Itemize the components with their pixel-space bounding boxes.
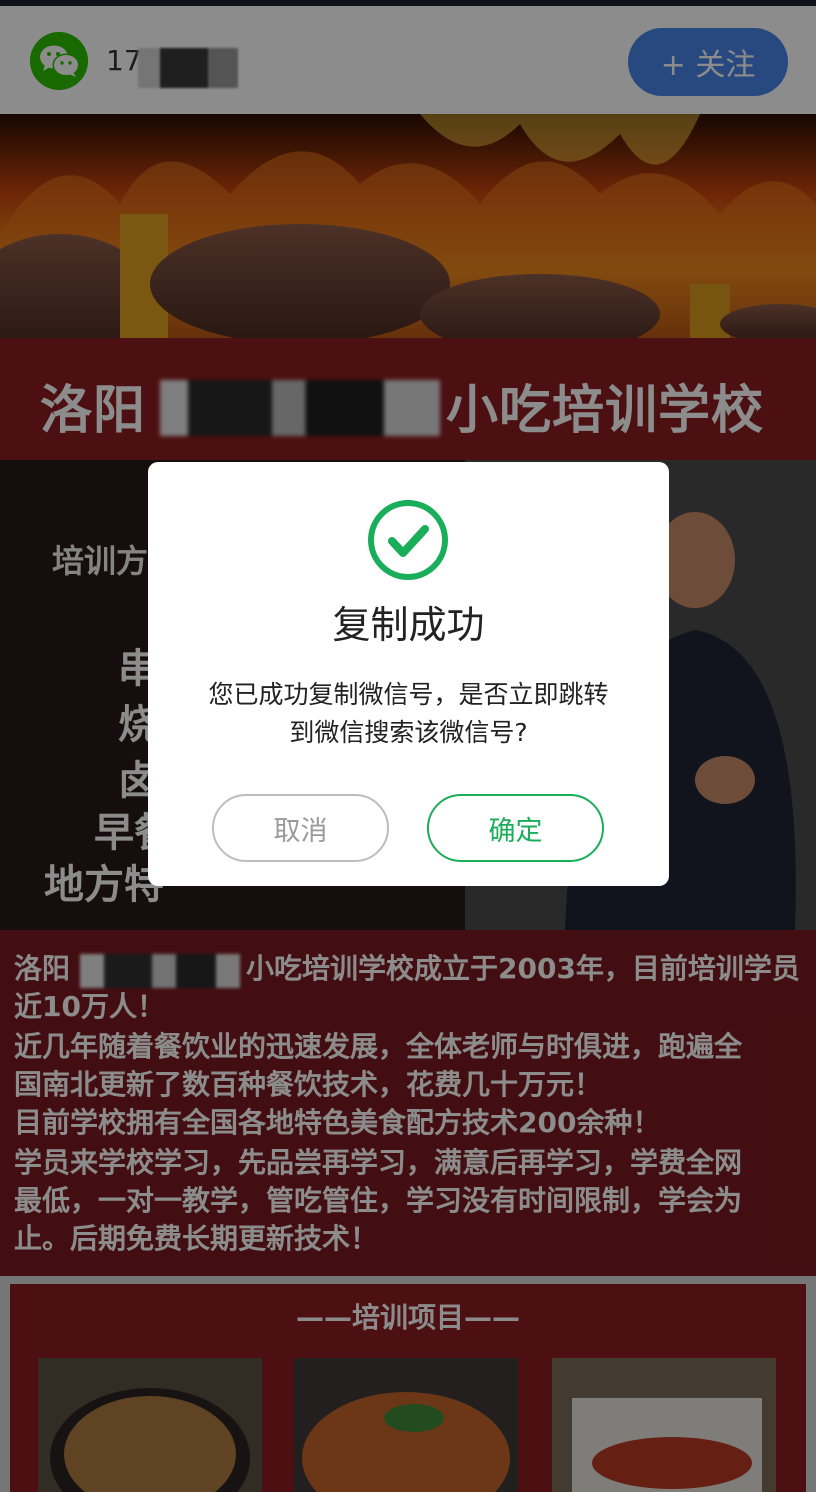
success-check-icon	[366, 498, 450, 582]
dialog-message-line: 您已成功复制微信号，是否立即跳转	[208, 680, 609, 709]
dialog-title: 复制成功	[332, 603, 485, 647]
copy-success-dialog: 复制成功 您已成功复制微信号，是否立即跳转 到微信搜索该微信号? 取消 确定	[148, 462, 669, 886]
dialog-message: 您已成功复制微信号，是否立即跳转 到微信搜索该微信号?	[188, 676, 629, 752]
cancel-button[interactable]: 取消	[212, 794, 389, 862]
dialog-message-line: 到微信搜索该微信号?	[289, 718, 528, 747]
confirm-button[interactable]: 确定	[427, 794, 604, 862]
